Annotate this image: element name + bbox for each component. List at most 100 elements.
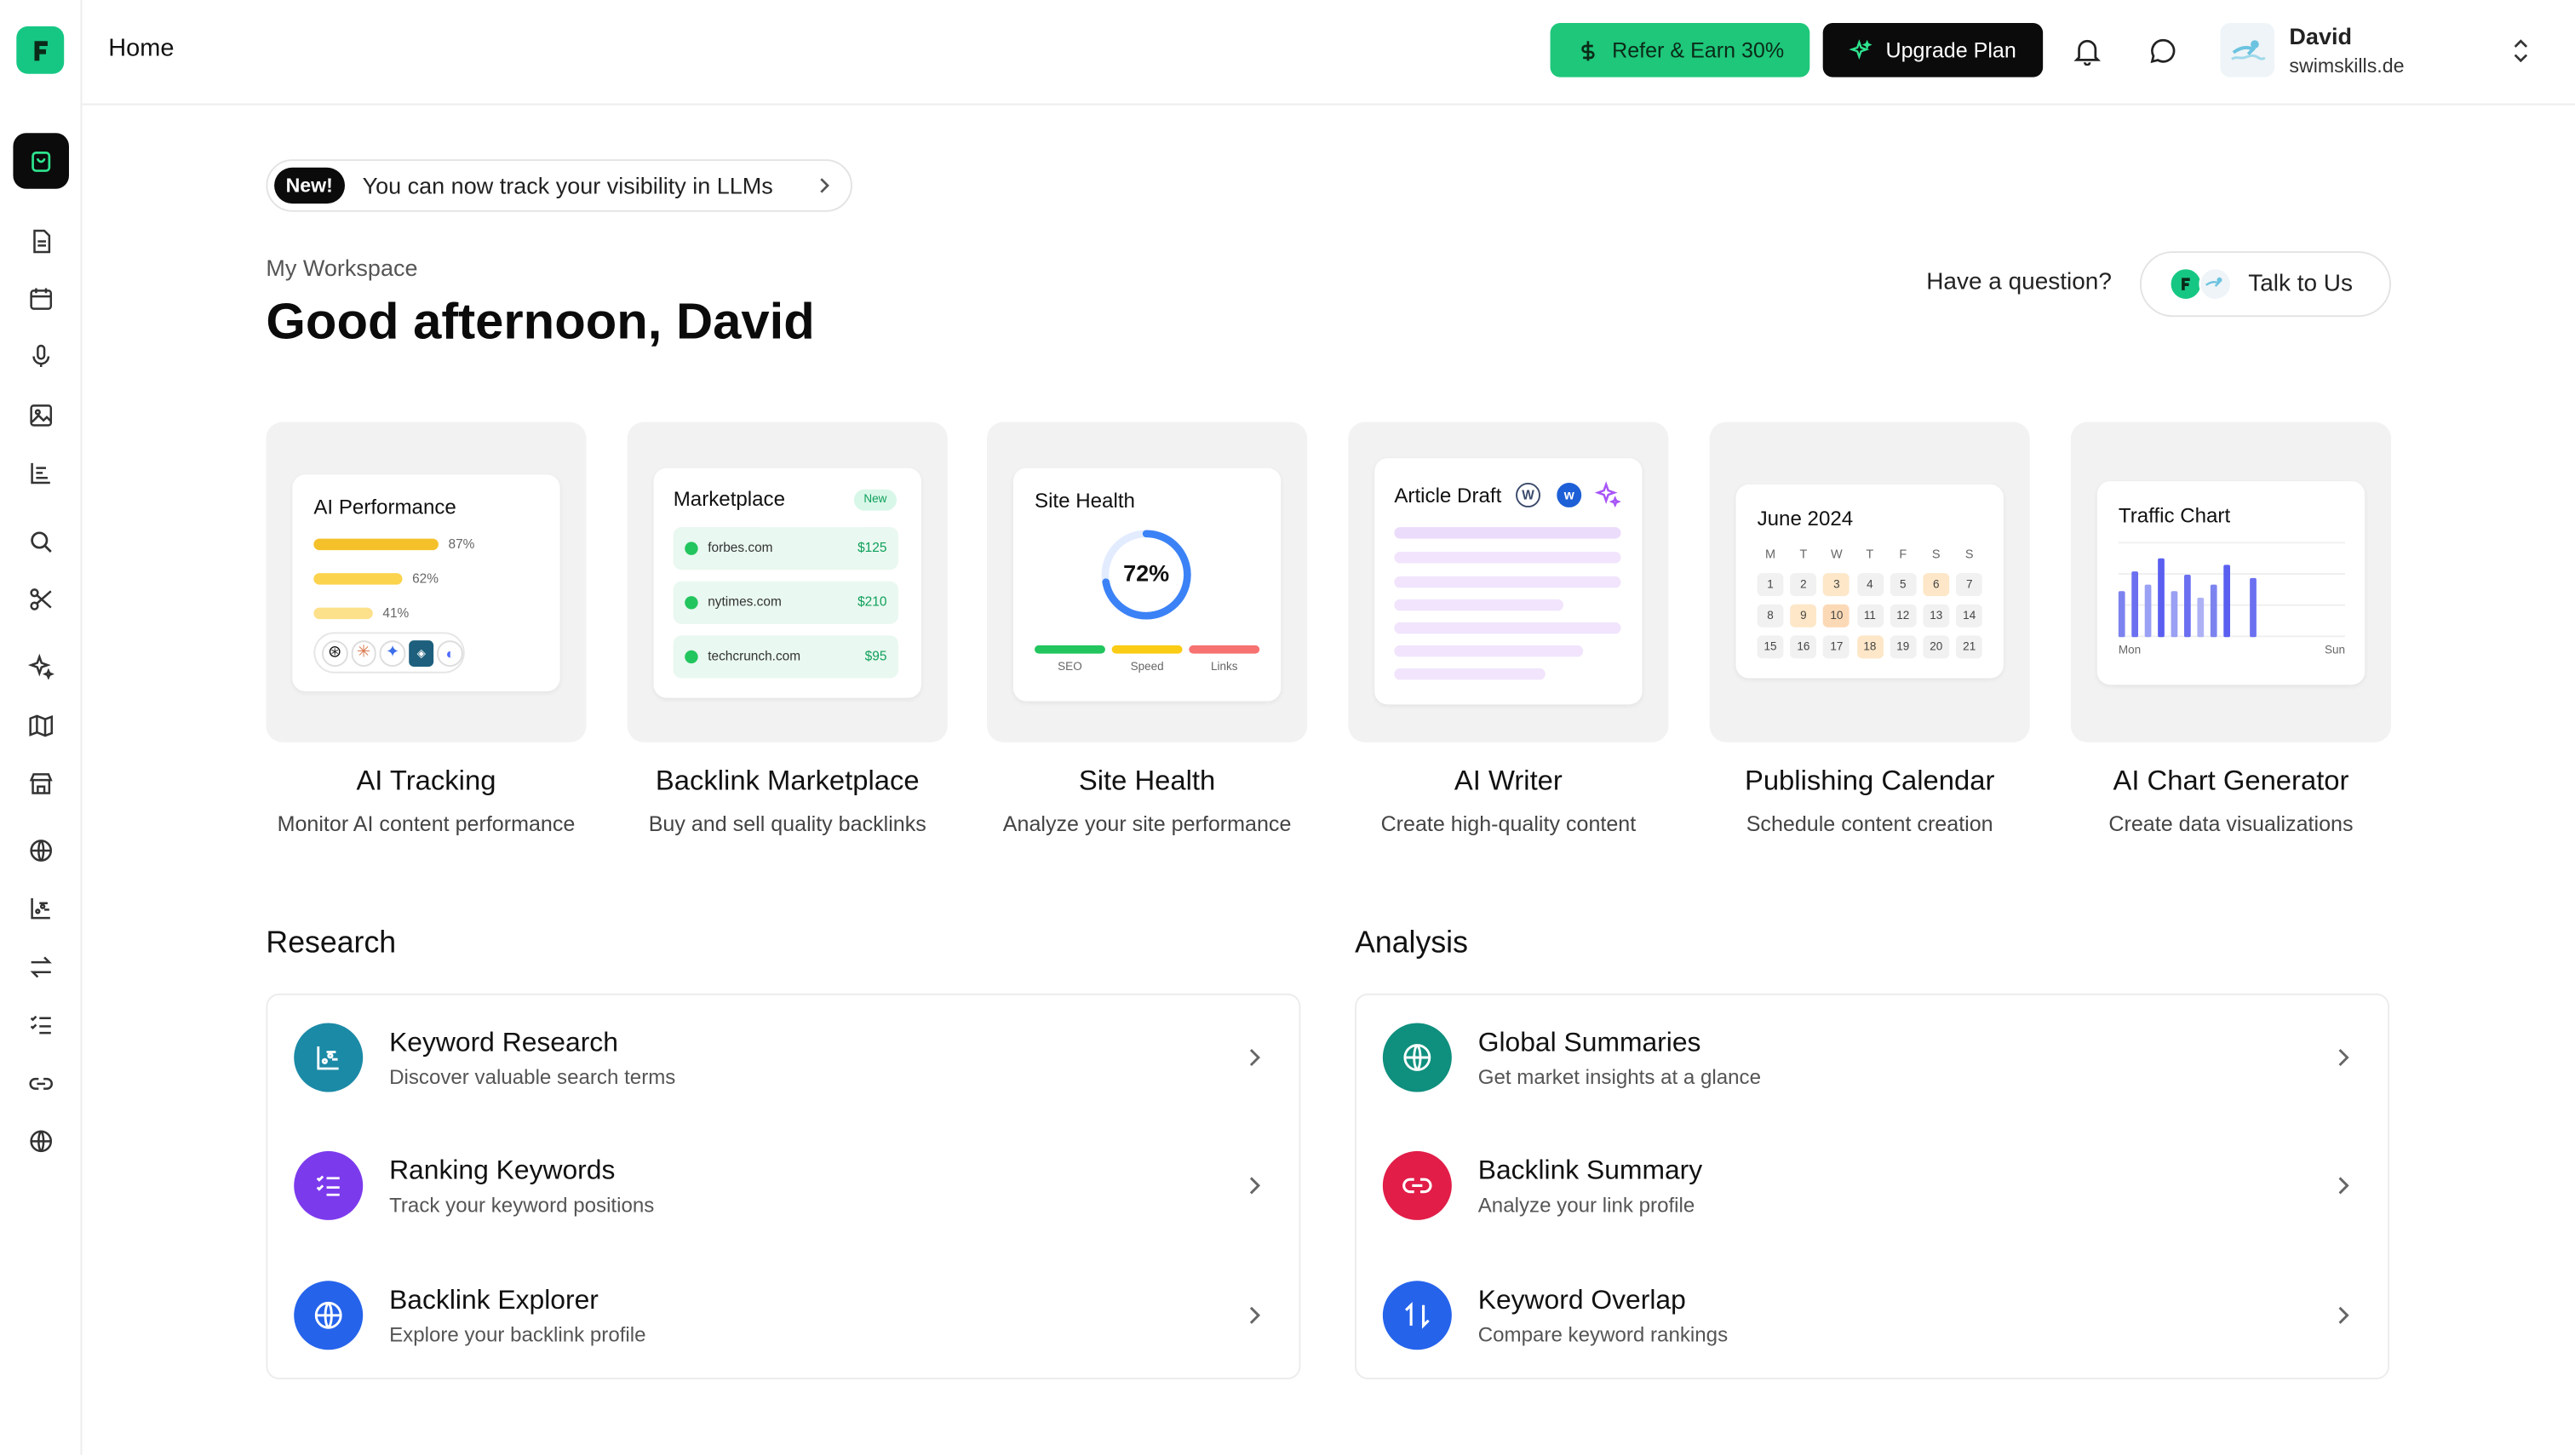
refer-earn-label: Refer & Earn 30% xyxy=(1612,37,1785,63)
sidebar-item-ai[interactable] xyxy=(26,652,56,682)
chart-bar xyxy=(2144,584,2152,638)
chevron-up-down-icon[interactable] xyxy=(2508,36,2534,66)
text-line xyxy=(1394,551,1621,564)
sidebar-item-reports[interactable] xyxy=(26,458,56,488)
document-icon xyxy=(33,229,51,254)
new-badge: New! xyxy=(274,167,345,204)
calendar-day: 5 xyxy=(1890,573,1917,597)
grid-line xyxy=(2118,542,2345,544)
keyword-overlap-icon xyxy=(1382,1281,1452,1350)
sidebar-item-audio[interactable] xyxy=(26,341,56,371)
keyword-research-icon xyxy=(294,1023,364,1092)
backlink-summary-item[interactable]: Backlink Summary Analyze your link profi… xyxy=(1356,1123,2388,1251)
backlink-explorer-item[interactable]: Backlink Explorer Explore your backlink … xyxy=(267,1253,1299,1380)
sidebar-item-store[interactable] xyxy=(26,769,56,799)
chatgpt-logo-icon: ⊛ xyxy=(321,639,348,667)
talk-to-us-button[interactable]: Talk to Us xyxy=(2139,251,2391,318)
marketplace-site: techcrunch.com xyxy=(708,648,801,664)
sidebar-item-documents[interactable] xyxy=(26,226,56,256)
card-subtitle: Analyze your site performance xyxy=(1002,811,1292,836)
performance-bar xyxy=(313,538,439,551)
sidebar-item-home[interactable] xyxy=(13,133,69,189)
keyword-research-item[interactable]: Keyword Research Discover valuable searc… xyxy=(267,995,1299,1123)
card-backlink-marketplace[interactable]: Marketplace New forbes.com $125 nytimes.co… xyxy=(627,421,948,742)
card-subtitle: Create data visualizations xyxy=(2108,811,2354,836)
user-site[interactable]: swimskills.de xyxy=(2289,54,2404,77)
text-line xyxy=(1394,622,1621,634)
messages-button[interactable] xyxy=(2145,33,2181,69)
metric-label: Speed xyxy=(1130,662,1164,674)
sidebar-item-rankings[interactable] xyxy=(26,1010,56,1040)
sidebar-item-map[interactable] xyxy=(26,711,56,741)
globe-icon xyxy=(30,1130,53,1153)
notifications-button[interactable] xyxy=(2069,33,2105,69)
traffic-chart-preview: Traffic Chart Mon Sun xyxy=(2096,481,2366,685)
sidebar-item-images[interactable] xyxy=(26,401,56,431)
chevron-right-icon xyxy=(2338,1048,2349,1067)
dollar-icon xyxy=(1580,40,1594,60)
analysis-heading: Analysis xyxy=(1355,924,1468,960)
grid-line xyxy=(2118,604,2345,606)
article-draft-preview: Article Draft W w xyxy=(1374,458,1643,705)
deepseek-logo-icon: ◐ xyxy=(437,639,463,667)
card-title: AI Tracking xyxy=(356,765,496,797)
bell-icon xyxy=(2073,39,2102,66)
sidebar-item-keywords[interactable] xyxy=(26,893,56,923)
chart-start-label: Mon xyxy=(2118,645,2142,657)
calendar-day: 15 xyxy=(1757,635,1784,659)
sidebar-item-global[interactable] xyxy=(26,836,56,866)
chart-bar xyxy=(2131,571,2138,638)
chevron-right-icon xyxy=(1249,1177,1260,1195)
sidebar-item-search[interactable] xyxy=(26,527,56,557)
globe-icon xyxy=(30,840,53,862)
calendar-day: 20 xyxy=(1923,635,1950,659)
sidebar-item-compare[interactable] xyxy=(26,953,56,983)
checklist-icon xyxy=(30,1015,51,1035)
card-subtitle: Schedule content creation xyxy=(1746,811,1993,836)
backlink-summary-icon xyxy=(1382,1150,1452,1220)
calendar-day: 4 xyxy=(1856,573,1884,597)
card-ai-writer[interactable]: Article Draft W w xyxy=(1348,421,1669,742)
marketplace-row: nytimes.com $210 xyxy=(673,581,898,624)
ranking-keywords-item[interactable]: Ranking Keywords Track your keyword posi… xyxy=(267,1123,1299,1251)
calendar-icon xyxy=(30,288,53,310)
shopping-bag-icon xyxy=(32,152,51,172)
chart-bar xyxy=(2250,577,2257,638)
keyword-overlap-item[interactable]: Keyword Overlap Compare keyword rankings xyxy=(1356,1253,2388,1380)
upgrade-plan-button[interactable]: Upgrade Plan xyxy=(1822,22,2044,77)
refer-earn-button[interactable]: Refer & Earn 30% xyxy=(1550,22,1810,77)
calendar-day: 11 xyxy=(1856,604,1884,628)
calendar-day: 13 xyxy=(1923,604,1950,628)
webflow-logo-icon: w xyxy=(1557,482,1582,507)
announcement-text: You can now track your visibility in LLM… xyxy=(362,172,773,199)
item-subtitle: Track your keyword positions xyxy=(389,1194,655,1218)
announcement-banner[interactable]: New! You can now track your visibility i… xyxy=(266,159,852,212)
item-subtitle: Get market insights at a glance xyxy=(1477,1065,1762,1089)
card-ai-chart-generator[interactable]: Traffic Chart Mon Sun xyxy=(2070,421,2391,742)
card-publishing-calendar[interactable]: June 2024 M T W T F S S 1 2 3 4 5 6 7 8 9 10 11 12 13 14 15 16… xyxy=(1709,421,2030,742)
calendar-day: 7 xyxy=(1956,573,1983,597)
global-summaries-item[interactable]: Global Summaries Get market insights at … xyxy=(1356,995,2388,1123)
sidebar-item-web[interactable] xyxy=(26,1126,56,1156)
user-avatar[interactable] xyxy=(2220,22,2275,77)
user-name[interactable]: David xyxy=(2289,23,2352,49)
calendar-day: 12 xyxy=(1890,604,1917,628)
chat-bubble-icon xyxy=(2150,38,2176,64)
card-site-health[interactable]: Site Health 72% SEO Speed Links xyxy=(987,421,1308,742)
global-summaries-icon xyxy=(1382,1023,1452,1092)
sparkles-icon xyxy=(1850,38,1873,60)
logo-mark-icon xyxy=(33,40,47,60)
card-ai-tracking[interactable]: AI Performance 87% 62% 41% ⊛ ✳ ✦ ◈ ◐ xyxy=(266,421,587,742)
sidebar-item-calendar[interactable] xyxy=(26,284,56,314)
status-dot xyxy=(685,650,698,664)
top-header: Home Refer & Earn 30% Upgrade Plan David… xyxy=(82,0,2575,106)
app-logo[interactable] xyxy=(16,26,65,74)
performance-bar xyxy=(313,573,403,585)
sidebar-item-tools[interactable] xyxy=(26,585,56,615)
sparkles-icon xyxy=(1594,481,1621,507)
text-line xyxy=(1394,576,1621,588)
chevron-right-icon xyxy=(2338,1306,2349,1324)
sidebar-item-links[interactable] xyxy=(26,1069,56,1098)
performance-pct: 41% xyxy=(382,605,410,621)
site-health-preview: Site Health 72% SEO Speed Links xyxy=(1012,467,1282,702)
